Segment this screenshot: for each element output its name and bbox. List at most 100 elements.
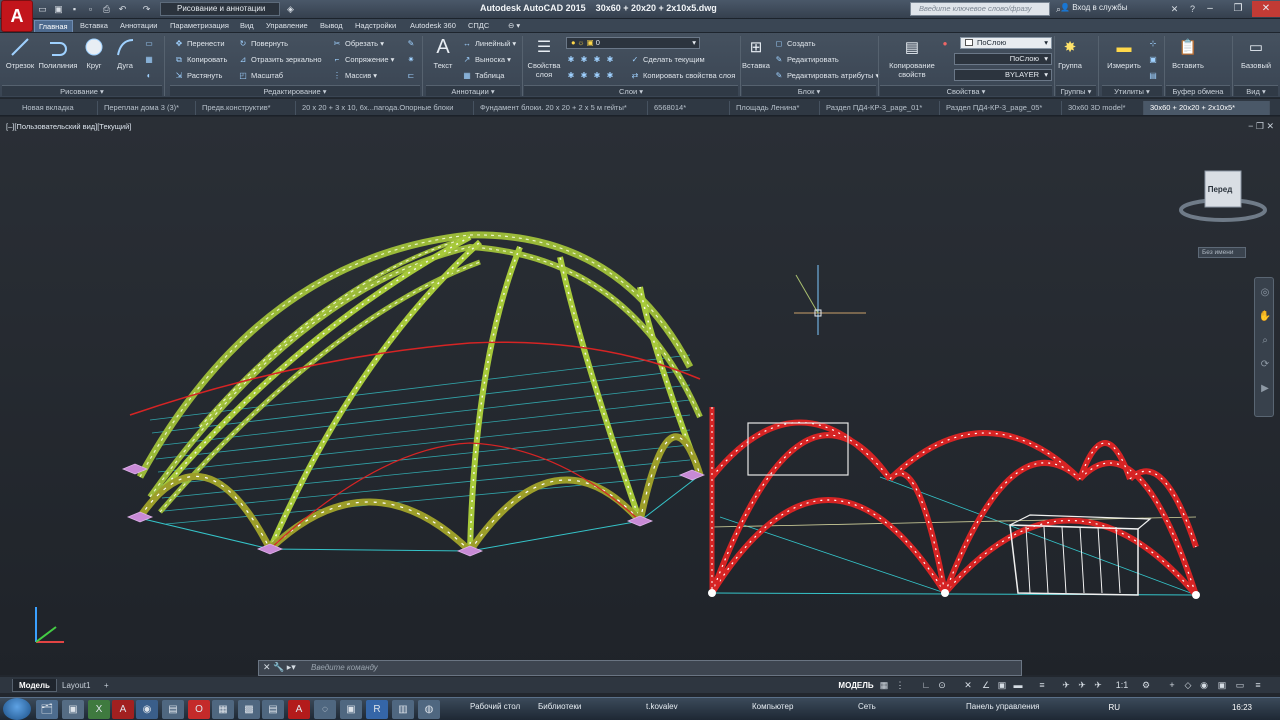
utilities-icon-2[interactable]: ▣ <box>1148 53 1161 67</box>
panel-title-layers[interactable]: Слои ▾ <box>524 85 738 96</box>
layer-tools-2-icon[interactable]: ✱ ✱ ✱ ✱ <box>566 69 618 83</box>
file-tab[interactable]: Раздел ПД4-КР-3_page_05* <box>940 101 1062 115</box>
copy-button[interactable]: ⧉ Копировать <box>174 53 227 67</box>
workspace-select[interactable]: Рисование и аннотации <box>160 2 280 16</box>
panel-title-modify[interactable]: Редактирование ▾ <box>170 85 420 96</box>
print-icon[interactable]: ⎙ <box>100 3 113 16</box>
edit-block-button[interactable]: ✎ Редактировать <box>774 53 839 67</box>
save-icon[interactable]: ▪ <box>68 3 81 16</box>
taskbar-network[interactable]: Сеть <box>858 702 876 711</box>
open-file-icon[interactable]: ▣ <box>52 3 65 16</box>
taskbar-app-icon[interactable]: ▩ <box>238 700 260 719</box>
model-space-button[interactable]: МОДЕЛЬ <box>836 679 876 692</box>
grid-icon[interactable]: ▦ <box>878 679 890 691</box>
viewport-label[interactable]: [–][Пользовательский вид][Текущий] <box>6 122 131 131</box>
tab-annotate[interactable]: Аннотации <box>116 20 162 32</box>
tab-parametric[interactable]: Параметризация <box>166 20 233 32</box>
linetype-select[interactable]: ПоСлою ▾ <box>954 53 1052 65</box>
pdf-reader-icon[interactable]: A <box>112 700 134 719</box>
chrome-icon[interactable]: ◉ <box>136 700 158 719</box>
taskbar-desktop[interactable]: Рабочий стол <box>470 702 520 711</box>
steering-wheel-icon[interactable]: ◎ <box>1258 286 1272 300</box>
file-tab[interactable]: 20 х 20 + 3 х 10, 6х...пагода.Опорные бл… <box>296 101 474 115</box>
command-line[interactable]: ✕ 🔧 ▸▾ Введите команду <box>258 660 1022 676</box>
file-tab[interactable]: Предв.конструктив* <box>196 101 296 115</box>
layer-select[interactable]: ● ☼ ▣ 0 ▾ <box>566 37 700 49</box>
tab-view[interactable]: Вид <box>236 20 258 32</box>
clean-screen-icon[interactable]: ▭ <box>1234 679 1246 691</box>
tab-autodesk360[interactable]: Autodesk 360 <box>406 20 460 32</box>
taskbar-app-icon[interactable]: ▤ <box>162 700 184 719</box>
taskbar-computer[interactable]: Компьютер <box>752 702 793 711</box>
isolate-icon[interactable]: ◇ <box>1182 679 1194 691</box>
fillet-button[interactable]: ⌐ Сопряжение ▾ <box>332 53 395 67</box>
taskbar-app-icon[interactable]: ▥ <box>392 700 414 719</box>
navigation-bar[interactable]: ◎ ✋ ⌕ ⟳ ▶ <box>1254 277 1274 417</box>
taskbar-app-icon[interactable]: ▣ <box>340 700 362 719</box>
linear-dim-button[interactable]: ↔ Линейный ▾ <box>462 37 516 51</box>
taskbar-app-icon[interactable]: ▦ <box>212 700 234 719</box>
taskbar-control-panel[interactable]: Панель управления <box>966 702 1040 711</box>
excel-icon[interactable]: X <box>88 700 110 719</box>
match-properties-button[interactable]: ▤ Копирование свойств <box>884 36 940 84</box>
tab-output[interactable]: Вывод <box>316 20 347 32</box>
panel-title-annotation[interactable]: Аннотации ▾ <box>426 85 520 96</box>
start-button[interactable] <box>3 698 31 720</box>
file-tab[interactable]: 30x60 3D model* <box>1062 101 1144 115</box>
lineweight-select[interactable]: BYLAYER ▾ <box>954 69 1052 81</box>
edit-attributes-button[interactable]: ✎ Редактировать атрибуты ▾ <box>774 69 880 83</box>
panel-title-clipboard[interactable]: Буфер обмена <box>1166 85 1230 96</box>
panel-title-utilities[interactable]: Утилиты ▾ <box>1102 85 1162 96</box>
annotation-monitor-icon[interactable]: ✈ <box>1060 679 1072 691</box>
tab-layout1[interactable]: Layout1 <box>56 679 96 692</box>
mirror-button[interactable]: ⊿ Отразить зеркально <box>238 53 322 67</box>
file-tab[interactable]: Фундамент блоки. 20 х 20 + 2 х 5 м гейты… <box>474 101 648 115</box>
annotation-scale[interactable]: 1:1 <box>1112 679 1132 691</box>
add-layout-button[interactable]: + <box>98 679 115 692</box>
ucs-name-dropdown[interactable]: Без имени <box>1198 247 1246 258</box>
make-current-button[interactable]: ✓ Сделать текущим <box>630 53 705 67</box>
polar-icon[interactable]: ⊙ <box>936 679 948 691</box>
undo-icon[interactable]: ↶ <box>116 3 129 16</box>
taskbar-app-icon[interactable]: ▣ <box>62 700 84 719</box>
customize-icon[interactable]: ≡ <box>1252 679 1264 691</box>
snap-icon[interactable]: ⋮ <box>894 679 906 691</box>
viewport-window-controls[interactable]: − ❐ ✕ <box>1248 121 1274 132</box>
save-as-icon[interactable]: ▫ <box>84 3 97 16</box>
isolate-objects-icon[interactable]: ▣ <box>1216 679 1228 691</box>
workspace-gear-icon[interactable]: ⚙ <box>1140 679 1152 691</box>
annotation-visibility-icon[interactable]: ✈ <box>1076 679 1088 691</box>
signin-button[interactable]: 👤 Вход в службы <box>1060 3 1160 12</box>
viewcube[interactable] <box>1178 167 1268 227</box>
opera-icon[interactable]: O <box>188 700 210 719</box>
file-tab[interactable]: Новая вкладка <box>16 101 98 115</box>
autoscale-icon[interactable]: ✈ <box>1092 679 1104 691</box>
tab-insert[interactable]: Вставка <box>76 20 112 32</box>
line-button[interactable]: Отрезок <box>4 36 36 84</box>
revit-icon[interactable]: R <box>366 700 388 719</box>
file-tab[interactable]: Раздел ПД4-КР-3_page_01* <box>820 101 940 115</box>
ortho-icon[interactable]: ∟ <box>920 679 932 691</box>
dynucs-icon[interactable]: ▣ <box>996 679 1008 691</box>
application-menu-button[interactable]: A <box>2 1 32 31</box>
tab-addins[interactable]: Надстройки <box>351 20 400 32</box>
tab-spds[interactable]: СПДС <box>464 20 493 32</box>
tab-home[interactable]: Главная <box>34 20 73 32</box>
create-block-button[interactable]: ◻ Создать <box>774 37 816 51</box>
file-tab[interactable]: Площадь Ленина* <box>730 101 820 115</box>
tab-manage[interactable]: Управление <box>262 20 312 32</box>
new-file-icon[interactable]: ▭ <box>36 3 49 16</box>
close-button[interactable]: ✕ <box>1252 1 1280 17</box>
arc-button[interactable]: Дуга <box>110 36 140 84</box>
explorer-icon[interactable]: 🗂 <box>36 700 58 719</box>
polyline-button[interactable]: Полилиния <box>38 36 78 84</box>
drawing-viewport[interactable]: [–][Пользовательский вид][Текущий] − ❐ ✕… <box>0 117 1280 675</box>
viewcube-face-label[interactable]: Перед <box>1205 185 1235 194</box>
stretch-button[interactable]: ⇲ Растянуть <box>174 69 223 83</box>
panel-title-groups[interactable]: Группы ▾ <box>1056 85 1096 96</box>
erase-icon[interactable]: ✎ <box>406 37 419 51</box>
file-tab-active[interactable]: 30x60 + 20x20 + 2x10x5* <box>1144 101 1270 115</box>
text-button[interactable]: A Текст <box>428 36 458 84</box>
rotate-button[interactable]: ↻ Повернуть <box>238 37 288 51</box>
showmotion-icon[interactable]: ▶ <box>1258 382 1272 396</box>
